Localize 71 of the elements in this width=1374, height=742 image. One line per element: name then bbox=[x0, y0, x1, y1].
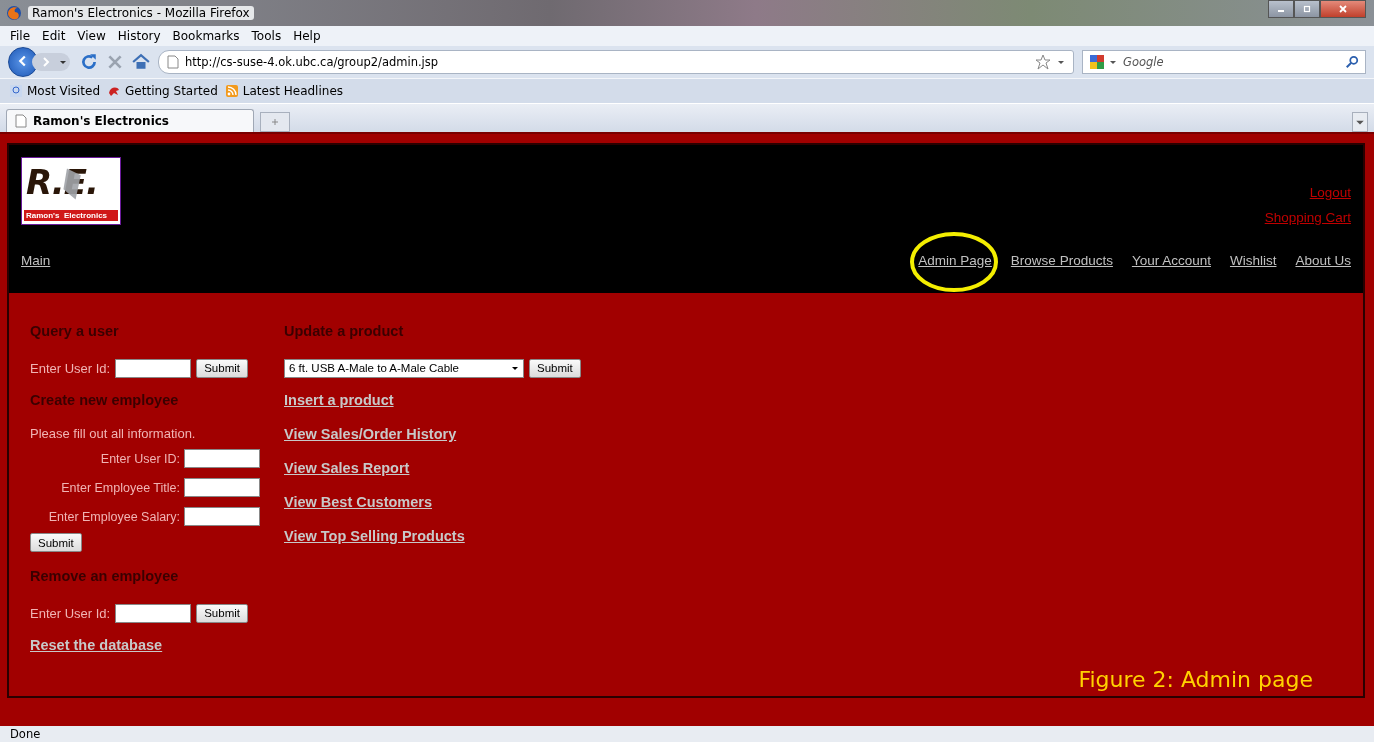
menu-item[interactable]: Help bbox=[293, 29, 321, 43]
search-icon[interactable] bbox=[1345, 55, 1359, 69]
caret-icon bbox=[511, 364, 519, 372]
dropdown-icon[interactable] bbox=[1109, 58, 1117, 66]
field-label: Enter Employee Title: bbox=[60, 480, 180, 495]
nav-link[interactable]: Your Account bbox=[1131, 252, 1211, 268]
search-engine-icon[interactable] bbox=[1089, 54, 1105, 70]
site-logo[interactable]: R.E. Ramon's Electronics bbox=[21, 157, 121, 225]
nav-link[interactable]: About Us bbox=[1295, 252, 1351, 268]
submit-button[interactable]: Submit bbox=[196, 603, 248, 623]
rss-icon bbox=[225, 85, 238, 97]
admin-link[interactable]: Insert a product bbox=[284, 392, 394, 412]
submit-button[interactable]: Submit bbox=[30, 533, 82, 552]
section-heading: Create new employee bbox=[30, 392, 180, 410]
plus-icon bbox=[270, 116, 280, 127]
bookmark-link[interactable]: Latest Headlines bbox=[242, 84, 343, 98]
input-field[interactable] bbox=[184, 449, 260, 468]
menu-item[interactable]: History bbox=[117, 29, 161, 43]
menu-item[interactable]: Edit bbox=[42, 29, 66, 43]
search-box[interactable]: Google bbox=[1082, 50, 1366, 74]
reset-database-link[interactable]: Reset the database bbox=[30, 637, 163, 657]
admin-link[interactable]: View Top Selling Products bbox=[284, 528, 465, 548]
minimize-button[interactable] bbox=[1268, 0, 1294, 18]
nav-link[interactable]: Wishlist bbox=[1229, 252, 1277, 268]
menu-item[interactable]: Tools bbox=[251, 29, 282, 43]
status-text: Done bbox=[10, 727, 41, 741]
user-id-field[interactable] bbox=[115, 603, 192, 623]
window-title: Ramon's Electronics - Mozilla Firefox bbox=[28, 6, 254, 20]
submit-button[interactable]: Submit bbox=[529, 358, 581, 378]
back-button[interactable] bbox=[8, 47, 38, 77]
admin-link[interactable]: View Best Customers bbox=[284, 494, 432, 514]
input-field[interactable] bbox=[184, 507, 260, 526]
bookmark-link[interactable]: Most Visited bbox=[27, 84, 101, 98]
field-label: Enter Employee Salary: bbox=[47, 509, 180, 524]
close-icon bbox=[1338, 4, 1348, 14]
maximize-button[interactable] bbox=[1294, 0, 1320, 18]
star-icon[interactable] bbox=[1035, 54, 1051, 70]
browser-tab[interactable]: Ramon's Electronics bbox=[6, 109, 254, 132]
menu-item[interactable]: File bbox=[10, 29, 31, 43]
user-id-field[interactable] bbox=[115, 358, 192, 378]
address-bar[interactable]: http://cs-suse-4.ok.ubc.ca/group2/admin.jsp bbox=[158, 50, 1074, 74]
tab-list-button[interactable] bbox=[1352, 112, 1368, 132]
field-label: Enter User Id: bbox=[30, 360, 111, 376]
nav-link[interactable]: Browse Products bbox=[1010, 252, 1113, 268]
browser-logo-icon bbox=[6, 5, 22, 21]
section-heading: Update a product bbox=[284, 323, 405, 341]
maximize-icon bbox=[1302, 4, 1312, 14]
dropdown-icon[interactable] bbox=[1057, 58, 1065, 66]
field-label: Enter User Id: bbox=[30, 605, 111, 621]
figure-caption: Figure 2: Admin page bbox=[1078, 667, 1313, 692]
instruction-text: Please fill out all information. bbox=[30, 426, 197, 443]
section-heading: Remove an employee bbox=[30, 568, 180, 586]
field-label: Enter User ID: bbox=[99, 451, 180, 466]
reload-icon[interactable] bbox=[80, 53, 98, 71]
submit-button[interactable]: Submit bbox=[196, 358, 248, 378]
home-icon[interactable] bbox=[132, 53, 150, 71]
magnifier-icon bbox=[10, 85, 22, 97]
close-button[interactable] bbox=[1320, 0, 1366, 18]
menu-item[interactable]: View bbox=[77, 29, 106, 43]
nav-link[interactable]: Main bbox=[21, 252, 51, 268]
section-heading: Query a user bbox=[30, 323, 120, 341]
bird-icon bbox=[108, 85, 121, 97]
menu-item[interactable]: Bookmarks bbox=[172, 29, 240, 43]
admin-link[interactable]: View Sales/Order History bbox=[284, 426, 457, 446]
bookmark-link[interactable]: Getting Started bbox=[125, 84, 218, 98]
input-field[interactable] bbox=[184, 478, 260, 497]
product-select[interactable]: 6 ft. USB A-Male to A-Male Cable bbox=[284, 358, 524, 378]
admin-link[interactable]: View Sales Report bbox=[284, 460, 410, 480]
page-icon bbox=[15, 114, 27, 128]
page-icon bbox=[167, 55, 179, 69]
forward-dropdown-icon[interactable] bbox=[32, 50, 72, 74]
